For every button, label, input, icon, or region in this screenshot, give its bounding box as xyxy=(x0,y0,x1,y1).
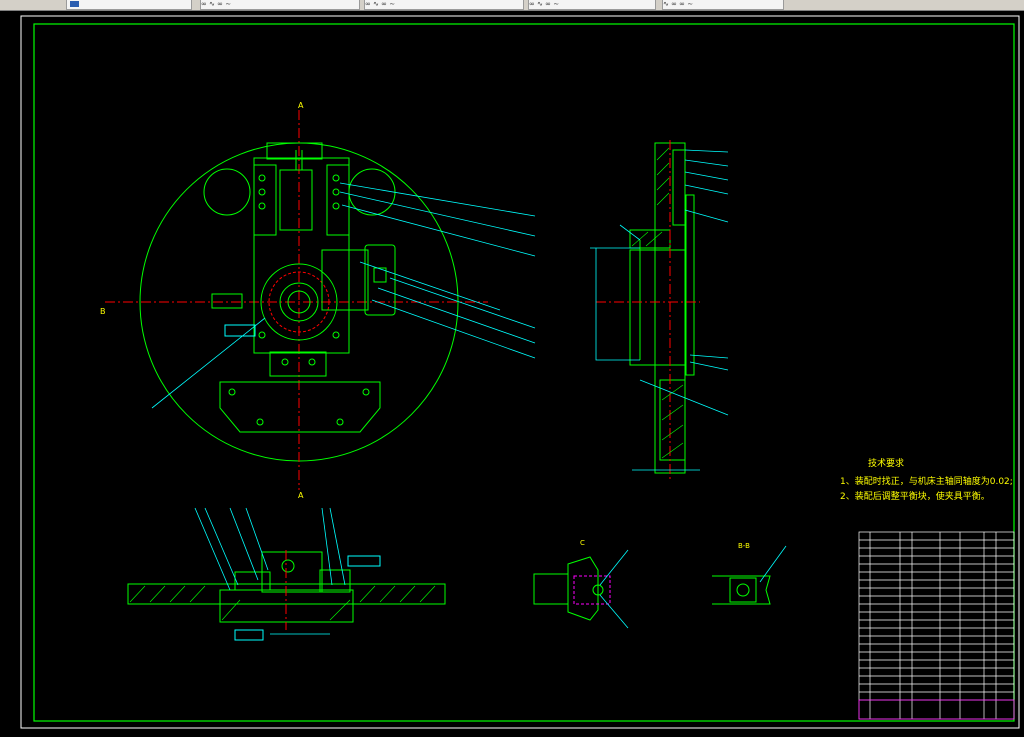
drawing-svg: A A B 技术要求 1、装配时找正，与机床主轴同轴度为0.02; 2、装配后调… xyxy=(20,15,1020,729)
tab-label: ∞ ∿ ∞ ∼ xyxy=(365,0,396,8)
document-tab-1[interactable] xyxy=(66,0,192,10)
tab-label: ∞ ∿ ∞ ∼ xyxy=(201,0,232,8)
document-tab-5[interactable]: ∿ ∞ ∞ ∼ xyxy=(662,0,784,10)
document-tab-3[interactable]: ∞ ∿ ∞ ∼ xyxy=(364,0,524,10)
tech-requirement-line-1: 1、装配时找正，与机床主轴同轴度为0.02; xyxy=(840,475,1013,487)
document-icon xyxy=(70,1,79,7)
bottom-section-view xyxy=(127,550,446,641)
drawing-frame xyxy=(33,23,1015,722)
main-view xyxy=(105,110,488,490)
section-label-top: A xyxy=(298,101,304,110)
document-tab-4[interactable]: ∞ ∿ ∞ ∼ xyxy=(528,0,656,10)
sheet-border xyxy=(20,15,1020,729)
main-view-leaders xyxy=(151,182,536,409)
tab-label: ∞ ∿ ∞ ∼ xyxy=(529,0,560,8)
parts-list-table xyxy=(858,531,1015,720)
view-label-left: B xyxy=(100,307,106,316)
section-label-bottom: A xyxy=(298,491,304,500)
detail-view-bb xyxy=(712,545,787,605)
tech-requirement-line-2: 2、装配后调整平衡块，使夹具平衡。 xyxy=(840,490,990,502)
document-tab-2[interactable]: ∞ ∿ ∞ ∼ xyxy=(200,0,360,10)
main-view-labels: A A B xyxy=(100,101,304,500)
cad-drawing-canvas[interactable]: A A B 技术要求 1、装配时找正，与机床主轴同轴度为0.02; 2、装配后调… xyxy=(0,11,1024,733)
side-view-leaders xyxy=(590,149,729,471)
tab-label: ∿ ∞ ∞ ∼ xyxy=(663,0,694,8)
technical-requirements: 技术要求 1、装配时找正，与机床主轴同轴度为0.02; 2、装配后调整平衡块，使… xyxy=(840,457,1013,502)
detail-c-leaders xyxy=(599,549,629,629)
document-tab-bar: ∞ ∿ ∞ ∼ ∞ ∿ ∞ ∼ ∞ ∿ ∞ ∼ ∿ ∞ ∞ ∼ xyxy=(0,0,1024,11)
tech-requirements-title: 技术要求 xyxy=(868,457,904,469)
side-view xyxy=(596,140,700,480)
detail-c-label: C xyxy=(580,539,585,547)
detail-view-c xyxy=(533,556,611,621)
detail-bb-label: B-B xyxy=(738,542,750,550)
